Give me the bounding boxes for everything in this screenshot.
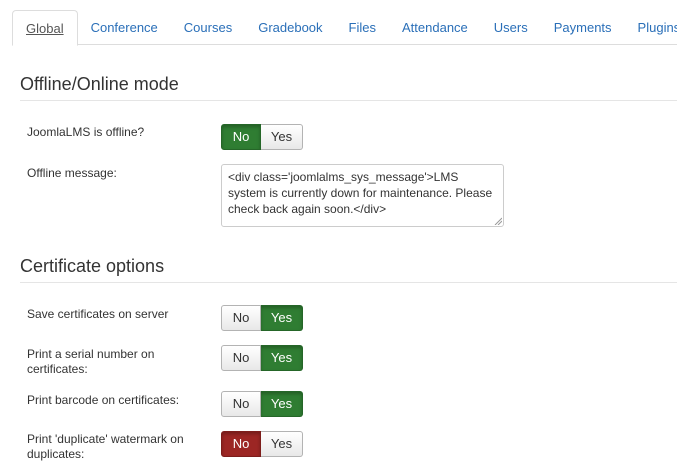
- duplicate-watermark-label: Print 'duplicate' watermark on duplicate…: [27, 432, 184, 461]
- tab-global[interactable]: Global: [12, 10, 78, 46]
- save-certificates-no-button[interactable]: No: [221, 305, 261, 331]
- barcode-no-button[interactable]: No: [221, 391, 261, 417]
- offline-toggle-label: JoomlaLMS is offline?: [27, 125, 145, 139]
- serial-number-toggle: No Yes: [221, 345, 303, 371]
- offline-no-button[interactable]: No: [221, 124, 261, 150]
- serial-number-no-button[interactable]: No: [221, 345, 261, 371]
- section-title-offline: Offline/Online mode: [20, 74, 179, 94]
- serial-number-label: Print a serial number on certificates:: [27, 347, 155, 376]
- duplicate-watermark-no-button[interactable]: No: [221, 431, 261, 457]
- settings-tabs: Global Conference Courses Gradebook File…: [12, 10, 677, 46]
- resize-grip-icon[interactable]: [494, 217, 502, 225]
- barcode-toggle: No Yes: [221, 391, 303, 417]
- tab-users[interactable]: Users: [481, 10, 541, 45]
- section-divider: [20, 100, 677, 101]
- barcode-yes-button[interactable]: Yes: [261, 391, 303, 417]
- duplicate-watermark-toggle: No Yes: [221, 431, 303, 457]
- serial-number-yes-button[interactable]: Yes: [261, 345, 303, 371]
- tab-attendance[interactable]: Attendance: [389, 10, 481, 45]
- tab-gradebook[interactable]: Gradebook: [245, 10, 335, 45]
- duplicate-watermark-yes-button[interactable]: Yes: [261, 431, 303, 457]
- tab-plugins[interactable]: Plugins: [625, 10, 677, 45]
- save-certificates-toggle: No Yes: [221, 305, 303, 331]
- section-title-certificate: Certificate options: [20, 256, 165, 276]
- barcode-label: Print barcode on certificates:: [27, 393, 180, 407]
- tab-courses[interactable]: Courses: [171, 10, 245, 45]
- offline-message-label: Offline message:: [27, 166, 117, 180]
- section-divider: [20, 282, 677, 283]
- offline-toggle: No Yes: [221, 124, 303, 150]
- save-certificates-label: Save certificates on server: [27, 307, 169, 321]
- tab-payments[interactable]: Payments: [541, 10, 625, 45]
- offline-yes-button[interactable]: Yes: [261, 124, 303, 150]
- tab-label: Global: [26, 21, 64, 36]
- tab-conference[interactable]: Conference: [78, 10, 171, 45]
- tab-files[interactable]: Files: [336, 10, 389, 45]
- offline-message-textarea[interactable]: <div class='joomlalms_sys_message'>LMS s…: [221, 164, 504, 227]
- save-certificates-yes-button[interactable]: Yes: [261, 305, 303, 331]
